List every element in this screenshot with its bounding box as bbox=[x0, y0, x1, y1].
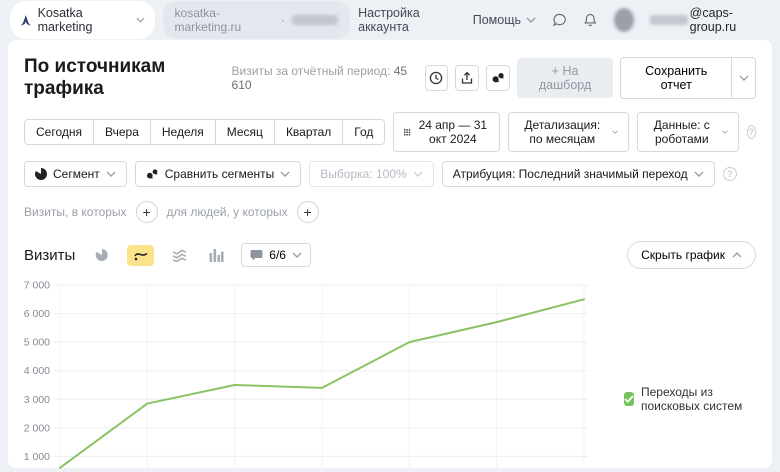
chevron-down-icon bbox=[526, 17, 536, 23]
add-people-condition-button[interactable]: + bbox=[297, 201, 319, 223]
people-condition-label: для людей, у которых bbox=[167, 205, 288, 219]
notes-count: 6/6 bbox=[269, 248, 286, 262]
save-report-dropdown[interactable] bbox=[731, 57, 756, 99]
line-chart-icon bbox=[133, 248, 149, 262]
counter-domain[interactable]: kosatka-marketing.ru · bbox=[163, 1, 351, 39]
svg-text:1 000: 1 000 bbox=[24, 451, 50, 463]
hide-chart-button[interactable]: Скрыть график bbox=[627, 241, 756, 269]
metrika-logo-icon bbox=[20, 14, 32, 27]
chevron-down-icon bbox=[292, 252, 302, 258]
chevron-down-icon bbox=[106, 171, 116, 177]
svg-text:3 000: 3 000 bbox=[24, 394, 50, 406]
visits-line-chart: 01 0002 0003 0004 0005 0006 0007 000Апр … bbox=[24, 273, 756, 472]
history-button[interactable] bbox=[425, 65, 449, 91]
svg-text:4 000: 4 000 bbox=[24, 365, 50, 377]
segments-button[interactable] bbox=[486, 65, 510, 91]
save-report-button[interactable]: Сохранить отчет bbox=[620, 57, 731, 99]
attribution-dropdown[interactable]: Атрибуция: Последний значимый переход bbox=[442, 161, 715, 187]
note-bubble-icon bbox=[250, 249, 263, 261]
segment-dropdown[interactable]: Сегмент bbox=[24, 161, 127, 187]
period-year[interactable]: Год bbox=[343, 119, 385, 145]
add-to-dashboard-button[interactable]: + На дашборд bbox=[517, 58, 614, 98]
chevron-down-icon bbox=[694, 171, 704, 177]
chevron-down-icon bbox=[722, 129, 728, 135]
svg-text:5 000: 5 000 bbox=[24, 337, 50, 349]
chart-type-columns-button[interactable] bbox=[204, 245, 228, 265]
pie-chart-icon bbox=[95, 248, 109, 262]
column-chart-icon bbox=[209, 248, 224, 262]
export-button[interactable] bbox=[455, 65, 479, 91]
calendar-grid-icon bbox=[404, 127, 411, 138]
svg-text:2 000: 2 000 bbox=[24, 422, 50, 434]
chevron-down-icon bbox=[612, 129, 618, 135]
chevron-up-icon bbox=[732, 252, 742, 258]
account-settings-link[interactable]: Настройка аккаунта bbox=[358, 6, 457, 34]
compare-segments-dropdown[interactable]: Сравнить сегменты bbox=[135, 161, 302, 187]
bell-icon[interactable] bbox=[583, 11, 597, 29]
chart-type-line-button[interactable] bbox=[127, 245, 154, 266]
drops-icon bbox=[491, 71, 505, 85]
sampling-dropdown[interactable]: Выборка: 100% bbox=[309, 161, 433, 187]
period-yesterday[interactable]: Вчера bbox=[94, 119, 151, 145]
chat-icon[interactable] bbox=[552, 11, 567, 29]
visits-summary: Визиты за отчётный период: 45 610 bbox=[232, 64, 412, 92]
legend-item-search-traffic[interactable]: Переходы из поисковых систем bbox=[624, 385, 756, 413]
stacked-area-icon bbox=[172, 248, 187, 262]
period-today[interactable]: Сегодня bbox=[24, 119, 94, 145]
avatar[interactable] bbox=[614, 8, 634, 32]
counter-id-blurred bbox=[292, 15, 338, 25]
chevron-down-icon bbox=[136, 17, 145, 23]
clock-icon bbox=[429, 71, 443, 85]
svg-text:6 000: 6 000 bbox=[24, 308, 50, 320]
data-mode-dropdown[interactable]: Данные: с роботами bbox=[637, 112, 739, 152]
svg-text:7 000: 7 000 bbox=[24, 280, 50, 292]
period-segmented-control: Сегодня Вчера Неделя Месяц Квартал Год bbox=[24, 119, 385, 145]
compare-drops-icon bbox=[146, 168, 159, 180]
domain-label: kosatka-marketing.ru bbox=[175, 6, 274, 34]
chevron-down-icon bbox=[739, 75, 749, 81]
chart-type-pie-button[interactable] bbox=[90, 245, 114, 265]
topbar: Kosatka marketing kosatka-marketing.ru ·… bbox=[0, 0, 780, 40]
visits-condition-label: Визиты, в которых bbox=[24, 205, 127, 219]
notes-filter-dropdown[interactable]: 6/6 bbox=[241, 243, 311, 267]
info-icon[interactable]: ? bbox=[723, 167, 737, 181]
email-prefix-blurred bbox=[650, 15, 687, 25]
chart-canvas[interactable]: 01 0002 0003 0004 0005 0006 0007 000Апр … bbox=[24, 273, 624, 472]
counter-name: Kosatka marketing bbox=[38, 6, 130, 34]
add-visits-condition-button[interactable]: + bbox=[136, 201, 158, 223]
detail-dropdown[interactable]: Детализация: по месяцам bbox=[508, 112, 629, 152]
dot-separator: · bbox=[281, 13, 285, 27]
help-menu[interactable]: Помощь bbox=[473, 13, 536, 27]
counter-switcher[interactable]: Kosatka marketing bbox=[10, 1, 155, 39]
period-week[interactable]: Неделя bbox=[151, 119, 216, 145]
report-card: По источникам трафика Визиты за отчётный… bbox=[8, 40, 772, 468]
chevron-down-icon bbox=[413, 171, 423, 177]
chart-type-area-button[interactable] bbox=[167, 245, 191, 265]
email-domain: @caps-group.ru bbox=[690, 6, 766, 34]
legend-checkbox[interactable] bbox=[624, 392, 634, 406]
help-label: Помощь bbox=[473, 13, 521, 27]
info-icon[interactable]: ? bbox=[747, 125, 756, 139]
page-title: По источникам трафика bbox=[24, 56, 232, 100]
metric-label: Визиты bbox=[24, 247, 75, 264]
user-email[interactable]: @caps-group.ru bbox=[650, 6, 766, 34]
date-range-label: 24 апр — 31 окт 2024 bbox=[417, 118, 489, 146]
chevron-down-icon bbox=[280, 171, 290, 177]
legend-label: Переходы из поисковых систем bbox=[641, 385, 756, 413]
period-quarter[interactable]: Квартал bbox=[275, 119, 343, 145]
check-icon bbox=[624, 395, 634, 403]
export-icon bbox=[460, 71, 474, 85]
segment-pie-icon bbox=[35, 168, 47, 180]
period-month[interactable]: Месяц bbox=[216, 119, 275, 145]
date-range-button[interactable]: 24 апр — 31 окт 2024 bbox=[393, 112, 499, 152]
